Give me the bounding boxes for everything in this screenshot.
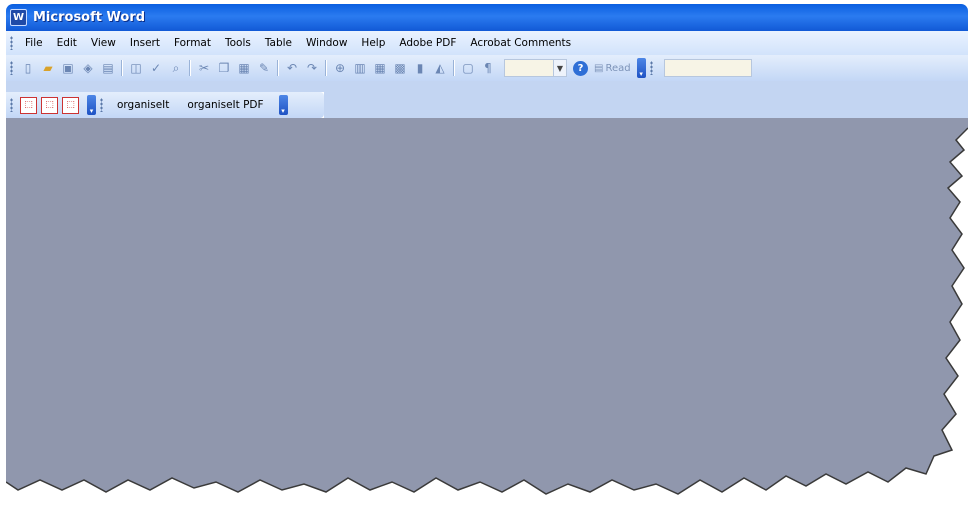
organiseit-button[interactable]: organiseIt [108,99,178,111]
toolbar-separator [325,60,327,76]
convert-and-review-pdf-icon[interactable]: ⬚ [62,96,79,114]
menu-acrobat-comments[interactable]: Acrobat Comments [463,37,578,49]
standard-toolbar: ▯ ▰ ▣ ◈ ▤ ◫ ✓ ⌕ ✂ ❐ ▦ ✎ ↶ ↷ ⊕ ▥ ▦ ▩ ▮ ◭ … [6,55,968,81]
insert-table-icon[interactable]: ▦ [372,60,388,76]
organiseit-toolbar-options-chevron[interactable]: ▾ [278,95,288,115]
pdf-toolbar-options-chevron[interactable]: ▾ [87,95,96,115]
menu-window[interactable]: Window [299,37,354,49]
document-workspace[interactable] [6,118,968,513]
open-folder-icon[interactable]: ▰ [40,60,56,76]
toolbar-separator [453,60,455,76]
toolbar-separator [277,60,279,76]
insert-excel-icon[interactable]: ▩ [392,60,408,76]
style-input[interactable] [663,59,752,77]
pdf-toolbar-grip[interactable] [10,98,13,112]
menu-view[interactable]: View [84,37,123,49]
research-icon[interactable]: ⌕ [168,60,184,76]
toolbar-options-chevron[interactable]: ▾ [636,58,646,78]
convert-and-email-pdf-icon[interactable]: ⬚ [41,96,58,114]
toolbar-separator [121,60,123,76]
organiseit-toolbar-grip[interactable] [100,98,103,112]
redo-icon[interactable]: ↷ [304,60,320,76]
menu-insert[interactable]: Insert [123,37,167,49]
document-map-icon[interactable]: ▢ [460,60,476,76]
zoom-input[interactable] [504,59,554,77]
zoom-dropdown-arrow[interactable]: ▼ [554,59,567,77]
help-icon[interactable]: ? [573,60,588,76]
columns-icon[interactable]: ▮ [412,60,428,76]
toolbar-dock-gap [6,81,968,92]
paste-icon[interactable]: ▦ [236,60,252,76]
torn-workspace-shape [6,118,968,495]
copy-icon[interactable]: ❐ [216,60,232,76]
menu-edit[interactable]: Edit [50,37,84,49]
drawing-icon[interactable]: ◭ [432,60,448,76]
print-preview-icon[interactable]: ◫ [128,60,144,76]
menu-file[interactable]: File [18,37,50,49]
show-hide-icon[interactable]: ¶ [480,60,496,76]
menu-tools[interactable]: Tools [218,37,258,49]
menu-table[interactable]: Table [258,37,299,49]
cut-icon[interactable]: ✂ [196,60,212,76]
format-painter-icon[interactable]: ✎ [256,60,272,76]
menu-bar: File Edit View Insert Format Tools Table… [6,31,968,55]
menu-help[interactable]: Help [354,37,392,49]
undo-icon[interactable]: ↶ [284,60,300,76]
tables-borders-icon[interactable]: ▥ [352,60,368,76]
word-app-icon[interactable]: W [10,9,27,26]
convert-to-pdf-icon[interactable]: ⬚ [20,96,37,114]
read-icon: ▤ [594,62,604,74]
window-title: Microsoft Word [33,10,146,25]
organiseit-pdf-button[interactable]: organiseIt PDF [178,99,272,111]
print-icon[interactable]: ▤ [100,60,116,76]
menu-adobe-pdf[interactable]: Adobe PDF [392,37,463,49]
save-icon[interactable]: ▣ [60,60,76,76]
read-label: Read [605,62,631,74]
permission-icon[interactable]: ◈ [80,60,96,76]
hyperlink-icon[interactable]: ⊕ [332,60,348,76]
menu-format[interactable]: Format [167,37,218,49]
pdf-toolbar: ⬚ ⬚ ⬚ ▾ organiseIt organiseIt PDF ▾ [6,92,324,118]
new-document-icon[interactable]: ▯ [20,60,36,76]
toolbar-grip[interactable] [10,61,13,75]
read-button[interactable]: ▤ Read [594,63,631,74]
formatting-toolbar-grip[interactable] [649,61,653,75]
toolbar-dock-fill [324,92,968,118]
word-window: W Microsoft Word File Edit View Insert F… [6,4,968,513]
toolbar-separator [189,60,191,76]
menu-bar-grip[interactable] [10,36,13,50]
spelling-icon[interactable]: ✓ [148,60,164,76]
title-bar[interactable]: W Microsoft Word [6,4,968,31]
